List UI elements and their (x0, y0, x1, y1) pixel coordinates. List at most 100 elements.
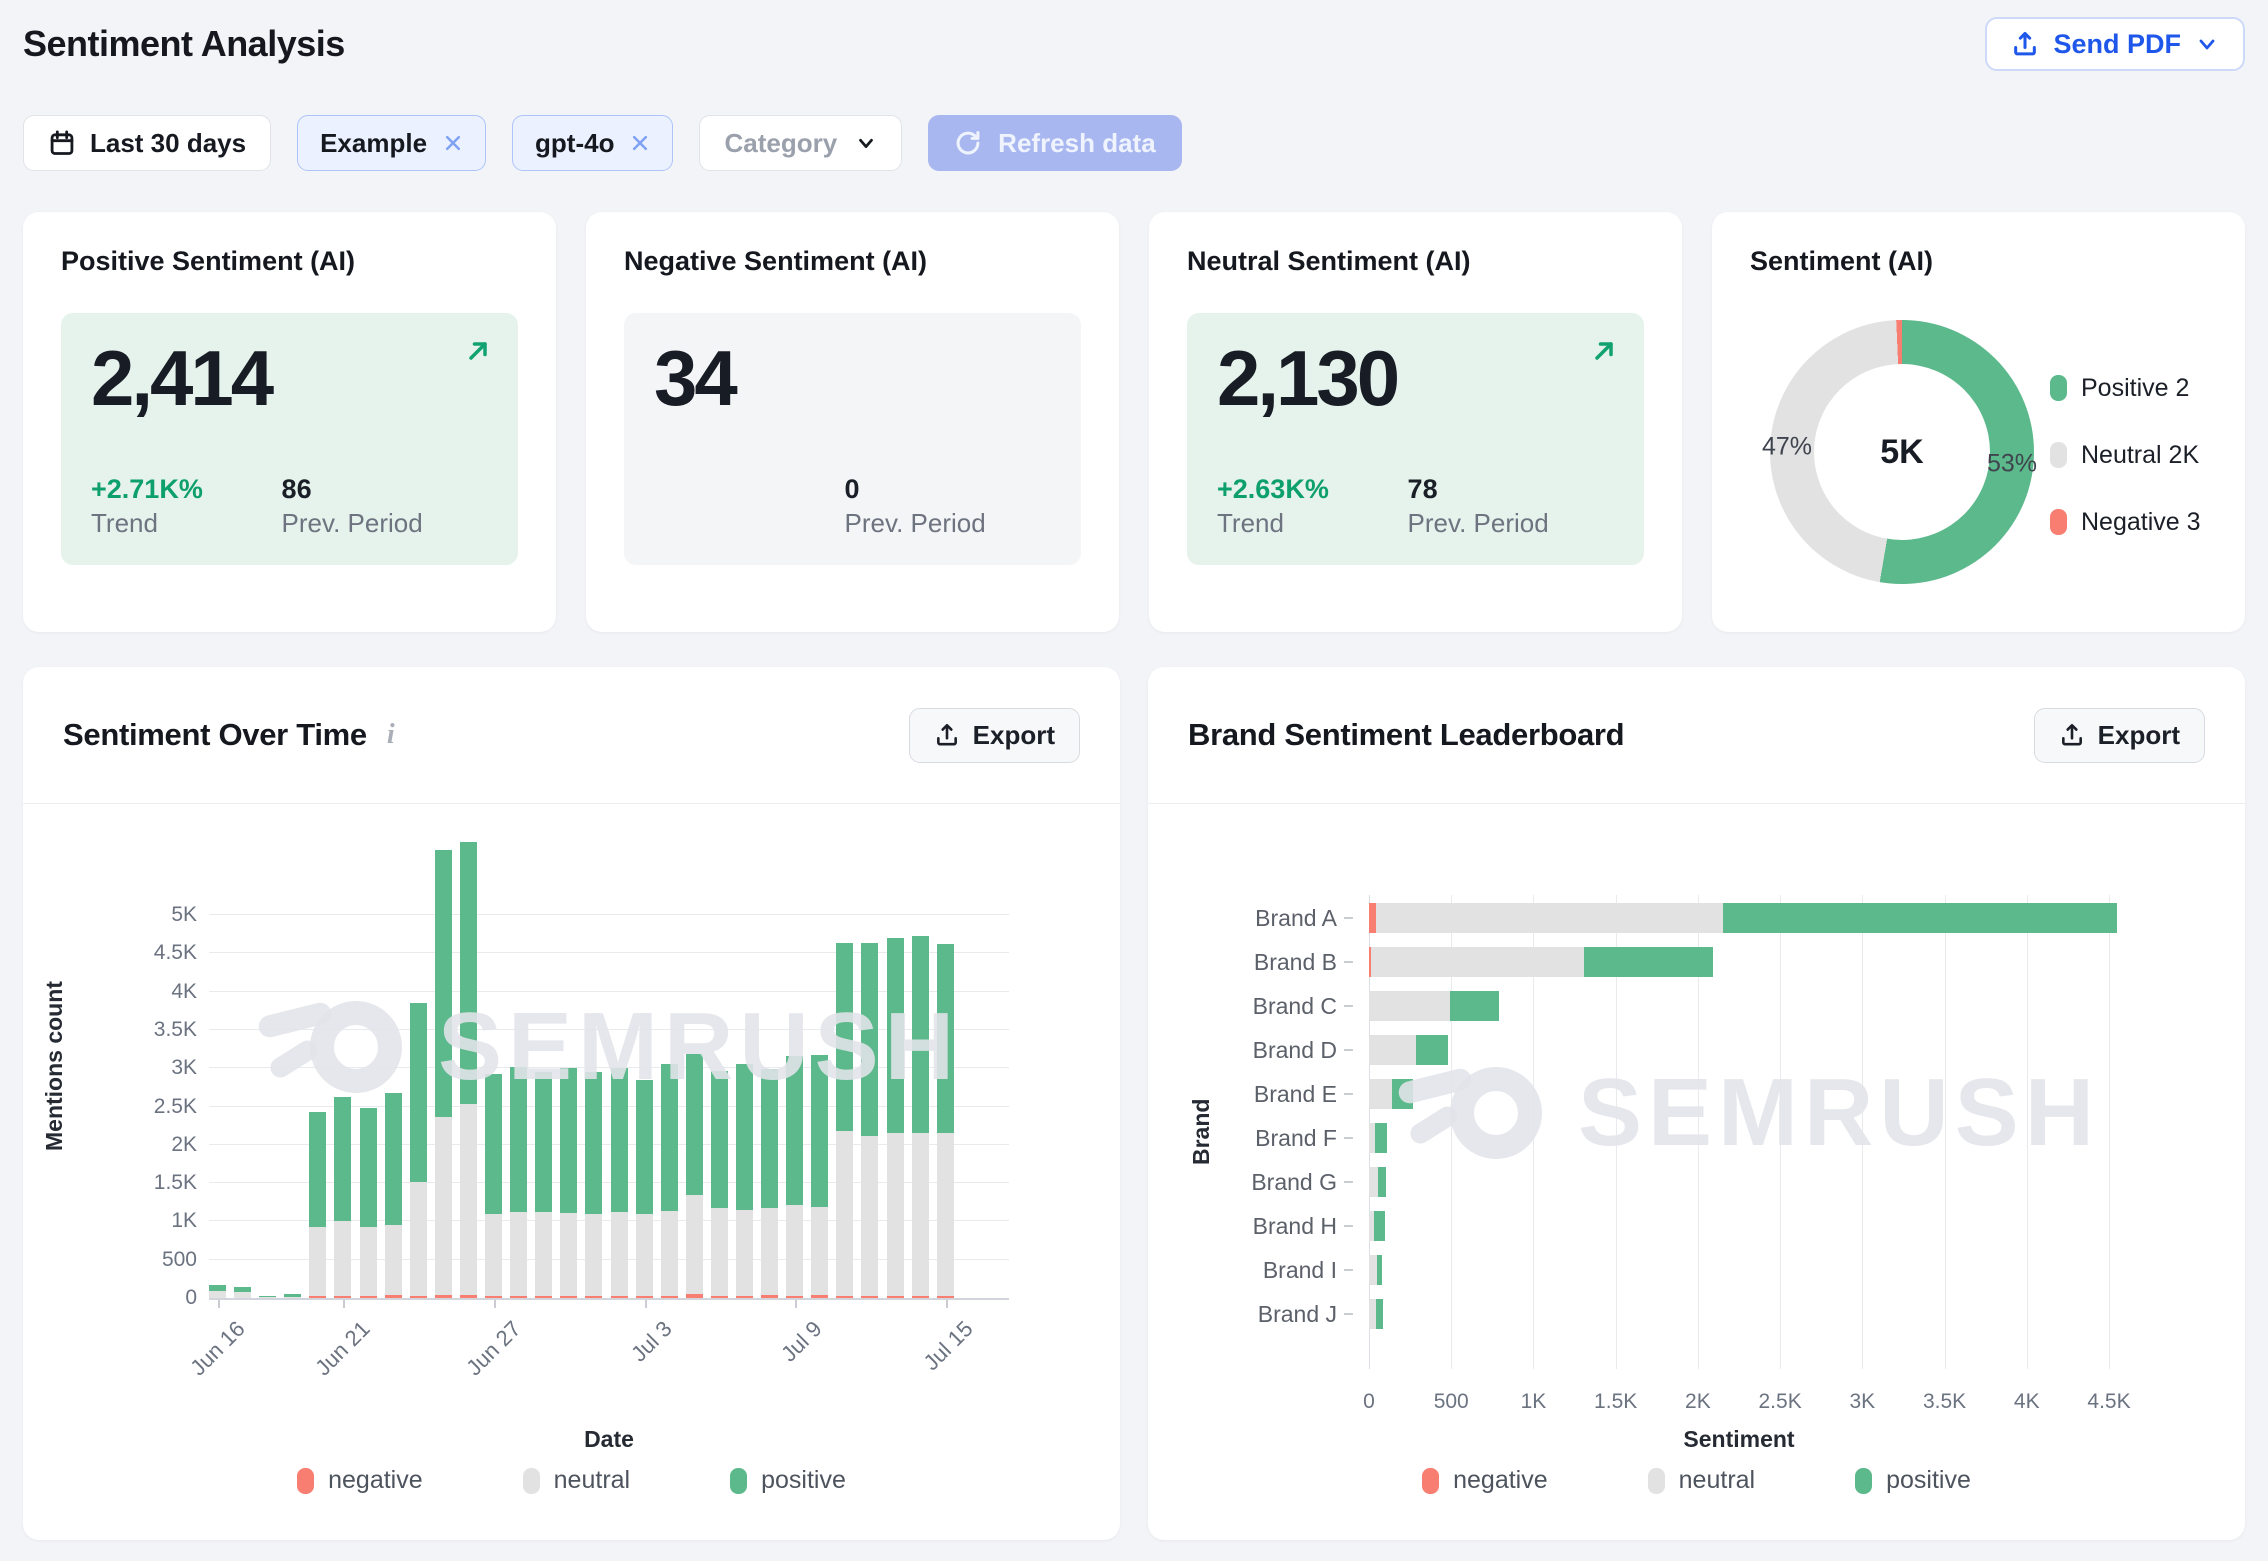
y-axis-title: Brand (1188, 895, 1215, 1369)
kpi-value: 2,414 (91, 339, 488, 417)
bar-segment-neutral (811, 1207, 828, 1295)
refresh-data-button[interactable]: Refresh data (928, 115, 1182, 171)
bar-segment-positive (1450, 991, 1499, 1021)
brand-bar[interactable] (1369, 1255, 1382, 1285)
x-axis-tick (343, 1300, 345, 1308)
time-bar[interactable] (887, 938, 904, 1298)
kpi-trend-value: +2.71K% (91, 473, 282, 507)
time-bar[interactable] (385, 1093, 402, 1298)
kpi-title: Negative Sentiment (AI) (624, 246, 1081, 277)
time-bar[interactable] (686, 1054, 703, 1298)
close-icon[interactable] (630, 133, 650, 153)
send-pdf-button[interactable]: Send PDF (1985, 17, 2245, 71)
time-bar[interactable] (761, 1069, 778, 1298)
bar-segment-positive (912, 936, 929, 1134)
neutral-swatch-icon (1648, 1468, 1665, 1494)
brand-bar[interactable] (1369, 947, 1713, 977)
time-bar[interactable] (234, 1287, 251, 1298)
brand-bar[interactable] (1369, 1035, 1448, 1065)
close-icon[interactable] (443, 133, 463, 153)
bar-segment-neutral (937, 1133, 954, 1296)
time-bar[interactable] (209, 1285, 226, 1298)
brand-label: Brand B (1254, 947, 1337, 977)
bar-segment-neutral (1369, 1035, 1416, 1065)
time-bar[interactable] (736, 1064, 753, 1298)
time-bar[interactable] (485, 1074, 502, 1298)
bar-segment-neutral (661, 1211, 678, 1295)
kpi-prev-label: Prev. Period (282, 507, 473, 540)
info-icon[interactable]: i (383, 719, 399, 751)
x-tick-label: 3.5K (1923, 1390, 1966, 1414)
date-range-button[interactable]: Last 30 days (23, 115, 271, 171)
filter-chip-gpt-4o[interactable]: gpt-4o (512, 115, 673, 171)
bar-segment-positive (1375, 1123, 1387, 1153)
filter-chip-example[interactable]: Example (297, 115, 486, 171)
brand-bar[interactable] (1369, 991, 1499, 1021)
semrush-logo-icon (1398, 1053, 1548, 1173)
time-bar[interactable] (309, 1112, 326, 1298)
bar-segment-neutral (736, 1210, 753, 1296)
bar-segment-neutral (636, 1214, 653, 1296)
legend-item-negative[interactable]: negative (297, 1466, 423, 1495)
y-axis-tick (1344, 961, 1353, 963)
legend-item-neutral[interactable]: Neutral 2K (2050, 441, 2201, 469)
time-bar[interactable] (460, 842, 477, 1298)
brand-bar[interactable] (1369, 1211, 1385, 1241)
time-bar[interactable] (636, 1080, 653, 1298)
time-bar[interactable] (410, 1003, 427, 1298)
time-bar[interactable] (661, 1064, 678, 1298)
time-bar[interactable] (811, 1055, 828, 1298)
bar-segment-positive (535, 1072, 552, 1212)
category-dropdown[interactable]: Category (699, 115, 902, 171)
time-bar[interactable] (510, 1067, 527, 1298)
bar-segment-positive (1378, 1167, 1386, 1197)
legend-item-negative[interactable]: negative (1422, 1466, 1548, 1495)
legend-item-neutral[interactable]: neutral (1648, 1466, 1755, 1495)
x-tick-label: Jun 21 (310, 1316, 375, 1381)
time-bar[interactable] (560, 1068, 577, 1298)
bar-segment-neutral (761, 1208, 778, 1295)
charts-row: Sentiment Over Time i Export Mentions co… (23, 667, 2245, 1540)
x-axis-labels: Jun 16Jun 21Jun 27Jul 3Jul 9Jul 15 (209, 1308, 1009, 1428)
bar-segment-neutral (1371, 947, 1583, 977)
brand-bar[interactable] (1369, 1167, 1386, 1197)
export-button[interactable]: Export (909, 708, 1080, 763)
sentiment-over-time-card: Sentiment Over Time i Export Mentions co… (23, 667, 1120, 1540)
time-bar[interactable] (836, 943, 853, 1298)
bar-segment-neutral (1369, 1299, 1376, 1329)
neutral-swatch-icon (523, 1468, 540, 1494)
y-axis-tick (1344, 1181, 1353, 1183)
bar-segment-neutral (410, 1182, 427, 1296)
time-bar[interactable] (711, 1071, 728, 1298)
brand-bar[interactable] (1369, 903, 2117, 933)
legend-item-neutral[interactable]: neutral (523, 1466, 630, 1495)
legend-item-negative[interactable]: Negative 3 (2050, 508, 2201, 536)
kpi-prev-value: 0 (845, 473, 1036, 507)
time-bar[interactable] (360, 1108, 377, 1298)
legend-item-positive[interactable]: positive (730, 1466, 846, 1495)
bar-segment-positive (611, 1068, 628, 1212)
semrush-watermark: SEMRUSH (1398, 1053, 2100, 1173)
time-bar[interactable] (861, 943, 878, 1298)
bar-segment-positive (360, 1108, 377, 1227)
kpi-title: Neutral Sentiment (AI) (1187, 246, 1644, 277)
kpi-trend-label: Trend (91, 507, 282, 540)
kpi-value: 34 (654, 339, 1051, 417)
time-bar[interactable] (912, 936, 929, 1298)
time-bar[interactable] (786, 1056, 803, 1298)
bar-segment-positive (811, 1055, 828, 1207)
time-bar[interactable] (611, 1068, 628, 1298)
brand-bar[interactable] (1369, 1299, 1383, 1329)
time-bar[interactable] (937, 944, 954, 1298)
time-bar[interactable] (334, 1097, 351, 1298)
export-button[interactable]: Export (2034, 708, 2205, 763)
legend-item-positive[interactable]: positive (1855, 1466, 1971, 1495)
bar-segment-neutral (209, 1291, 226, 1298)
y-axis-tick (1344, 1005, 1353, 1007)
brand-bar[interactable] (1369, 1123, 1387, 1153)
legend-item-positive[interactable]: Positive 2 (2050, 374, 2201, 402)
brand-bar[interactable] (1369, 1079, 1413, 1109)
time-bar[interactable] (535, 1072, 552, 1298)
time-bar[interactable] (435, 850, 452, 1298)
time-bar[interactable] (585, 1072, 602, 1298)
